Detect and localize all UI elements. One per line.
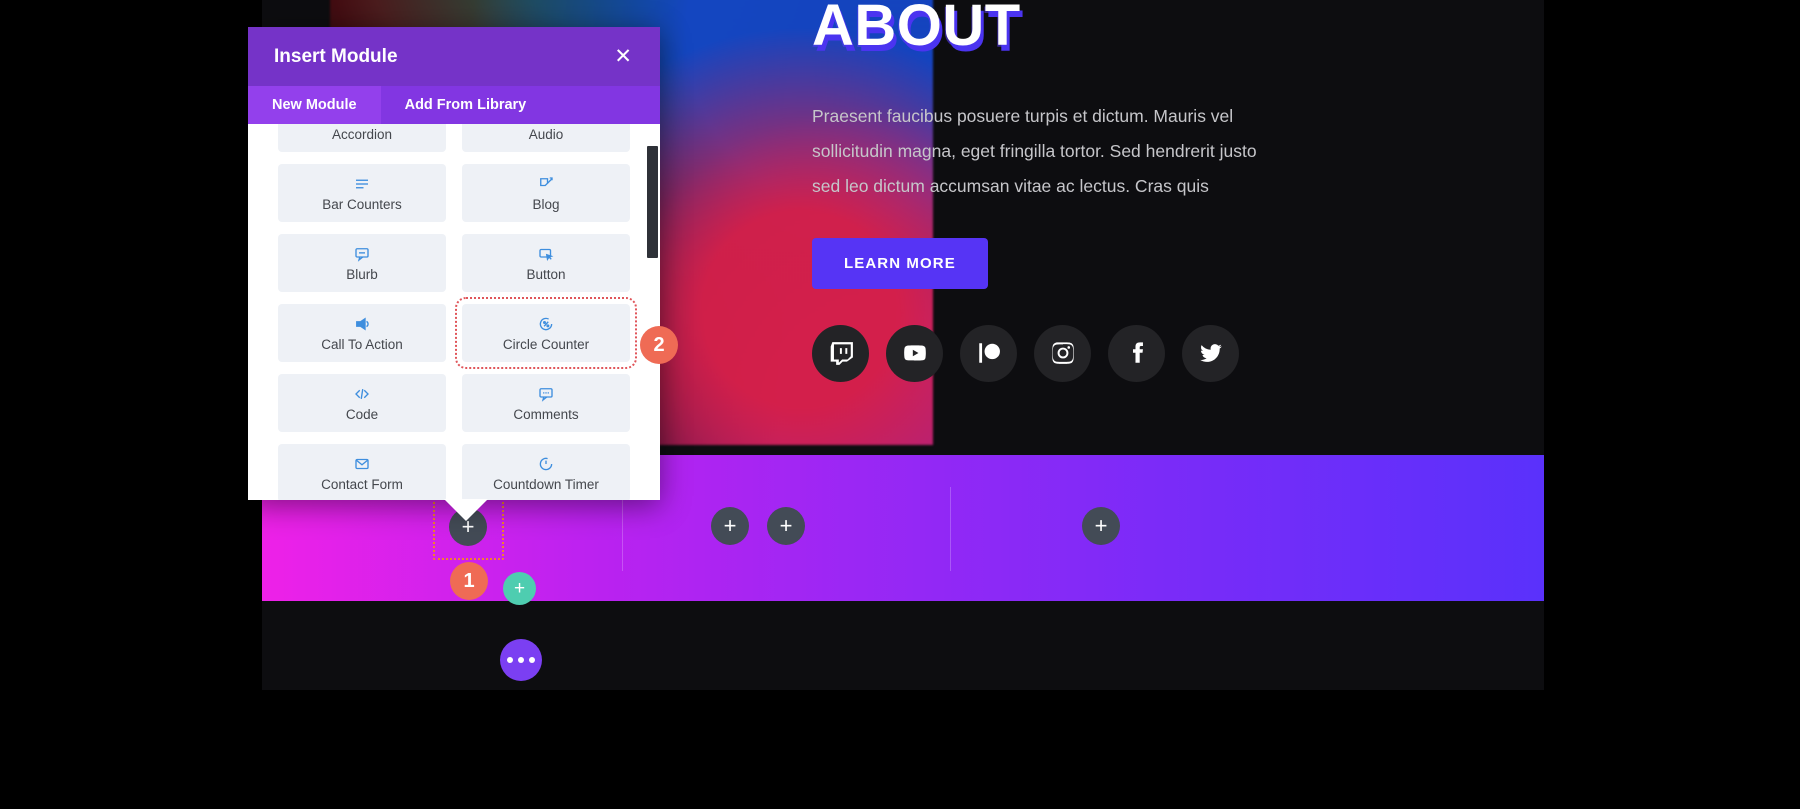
module-card-label: Accordion <box>331 126 393 142</box>
tab-add-from-library[interactable]: Add From Library <box>381 86 551 124</box>
module-card-label: Bar Counters <box>322 196 402 212</box>
step-badge-2: 2 <box>640 326 678 364</box>
module-card-call-to-action[interactable]: Call To Action <box>278 304 446 362</box>
page-title: ABOUT <box>812 0 1021 58</box>
blog-icon <box>537 175 555 191</box>
module-card-label: Circle Counter <box>502 336 590 352</box>
comments-icon <box>537 385 555 402</box>
tab-new-module[interactable]: New Module <box>248 86 381 124</box>
module-card-contact-form[interactable]: Contact Form <box>278 444 446 500</box>
countdown-timer-icon <box>537 455 555 471</box>
module-card-label: Audio <box>528 126 564 142</box>
module-card-code[interactable]: Code <box>278 374 446 432</box>
bar-counters-icon <box>353 175 371 191</box>
module-list-scrollbar[interactable] <box>647 146 658 258</box>
youtube-icon[interactable] <box>886 324 943 382</box>
module-card-circle-counter[interactable]: Circle Counter <box>455 297 637 369</box>
facebook-icon[interactable] <box>1108 324 1165 382</box>
instagram-icon[interactable] <box>1034 324 1091 382</box>
module-card-label: Button <box>526 266 566 282</box>
module-card-label: Code <box>345 406 379 422</box>
module-list: Accordion Audio Bar Counters Blog Blurb Butto… <box>248 124 660 500</box>
screen: ABOUT Praesent faucibus posuere turpis e… <box>0 0 1800 809</box>
about-section: ABOUT Praesent faucibus posuere turpis e… <box>812 0 1512 382</box>
dot <box>507 657 513 663</box>
add-row-button[interactable]: + <box>503 572 536 605</box>
dot <box>529 657 535 663</box>
patreon-icon[interactable] <box>960 324 1017 382</box>
dot <box>518 657 524 663</box>
dialog-title: Insert Module <box>274 45 398 67</box>
contact-form-icon <box>353 455 371 471</box>
step-badge-1: 1 <box>450 562 488 600</box>
circle-counter-icon <box>537 315 555 331</box>
add-module-button-col3[interactable]: + <box>1082 507 1120 545</box>
code-icon <box>353 385 371 401</box>
module-card-blog[interactable]: Blog <box>462 164 630 222</box>
module-card-label: Countdown Timer <box>493 476 599 492</box>
dialog-tabs: New Module Add From Library <box>248 86 660 124</box>
social-links <box>812 324 1512 382</box>
learn-more-button[interactable]: LEARN MORE <box>812 237 988 289</box>
add-module-button-col2[interactable]: + <box>767 507 805 545</box>
module-card-comments[interactable]: Comments <box>462 374 630 432</box>
call-to-action-icon <box>353 315 371 331</box>
module-card-bar-counters[interactable]: Bar Counters <box>278 164 446 222</box>
insert-module-dialog: Insert Module ✕ New Module Add From Libr… <box>248 27 660 521</box>
button-icon <box>537 245 555 261</box>
module-card-countdown-timer[interactable]: Countdown Timer <box>462 444 630 500</box>
module-card-label: Comments <box>513 406 579 422</box>
add-module-button-col1[interactable]: + <box>711 507 749 545</box>
module-card-blurb[interactable]: Blurb <box>278 234 446 292</box>
module-grid: Accordion Audio Bar Counters Blog Blurb Butto… <box>278 124 637 500</box>
about-body-text: Praesent faucibus posuere turpis et dict… <box>812 105 1257 196</box>
more-options-button[interactable] <box>500 639 542 681</box>
twitter-icon[interactable] <box>1182 324 1239 382</box>
close-icon[interactable]: ✕ <box>608 42 638 71</box>
dialog-pointer-arrow <box>444 499 488 521</box>
module-card-label: Blurb <box>346 266 378 282</box>
module-card-audio[interactable]: Audio <box>462 124 630 152</box>
blurb-icon <box>353 245 371 262</box>
module-card-button[interactable]: Button <box>462 234 630 292</box>
module-card-accordion[interactable]: Accordion <box>278 124 446 152</box>
dialog-header: Insert Module ✕ <box>248 27 660 86</box>
module-card-label: Blog <box>532 196 560 212</box>
twitch-icon[interactable] <box>812 324 869 382</box>
column-divider <box>950 487 951 571</box>
module-card-label: Contact Form <box>321 476 403 492</box>
module-card-label: Call To Action <box>321 336 403 352</box>
